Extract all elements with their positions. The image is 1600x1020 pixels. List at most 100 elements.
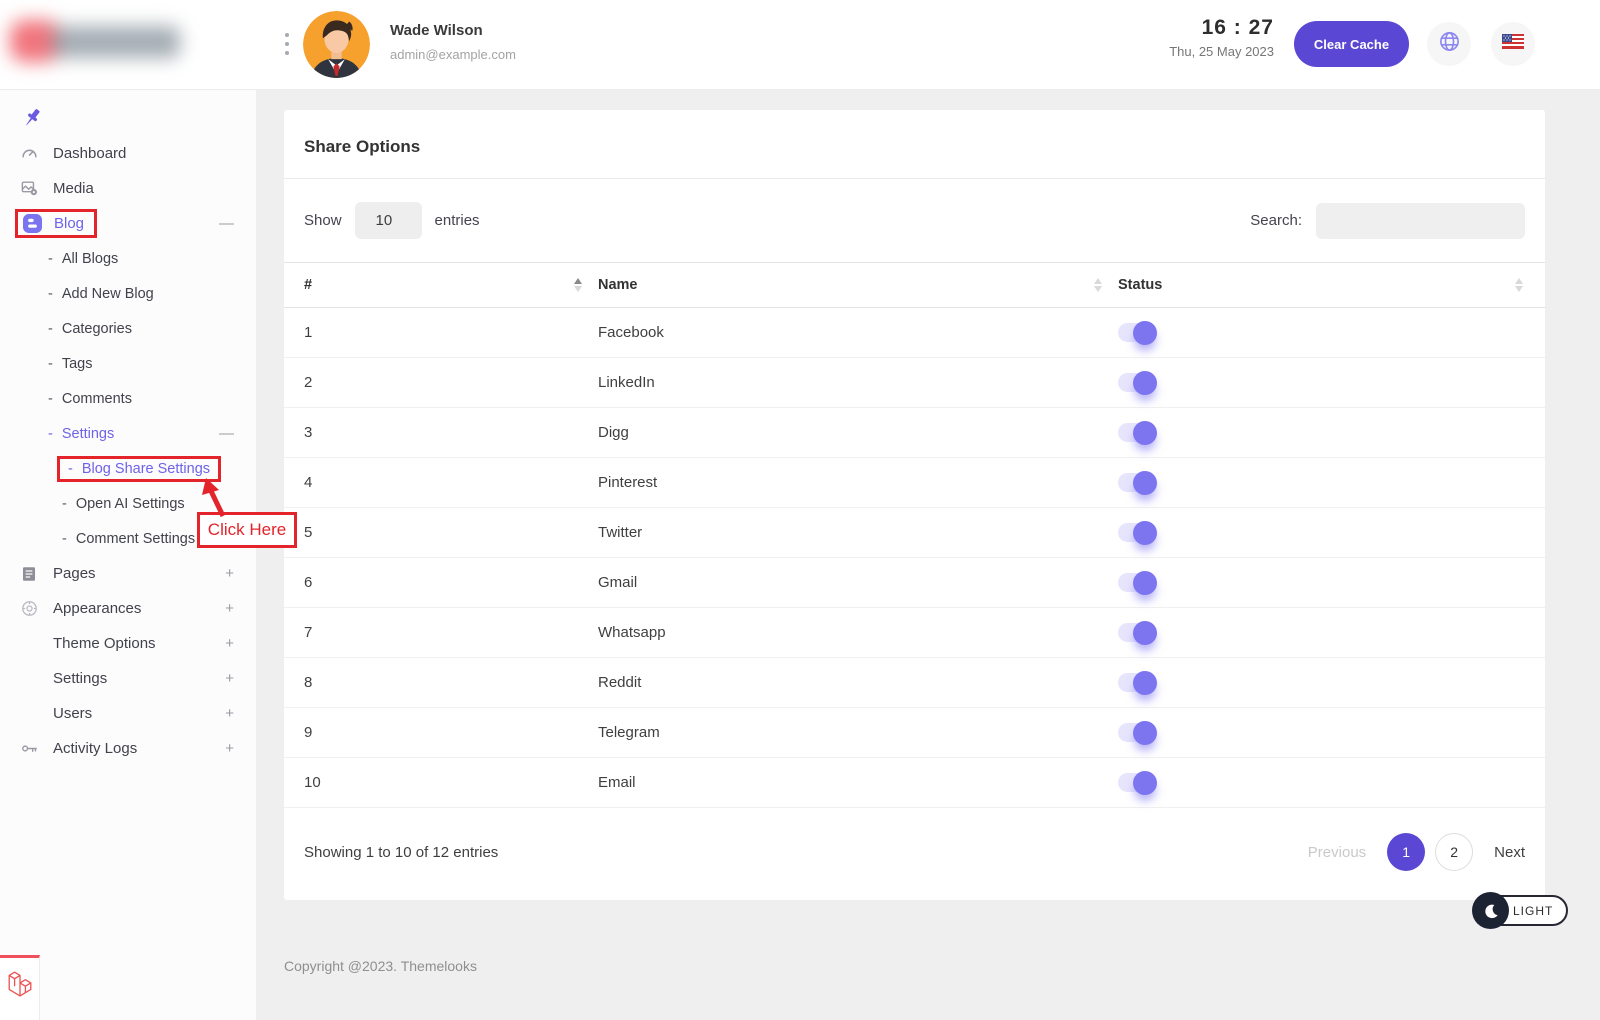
clear-cache-button[interactable]: Clear Cache (1294, 21, 1409, 67)
sidebar-item-media[interactable]: Media (0, 171, 256, 206)
annotation-arrow-icon (193, 476, 235, 518)
status-toggle[interactable] (1118, 673, 1154, 692)
sidebar-item-all-blogs[interactable]: - All Blogs (0, 241, 256, 276)
sidebar-item-dashboard[interactable]: Dashboard (0, 136, 256, 171)
sidebar-item-categories[interactable]: - Categories (0, 311, 256, 346)
column-header-status[interactable]: Status (1118, 277, 1525, 293)
table-controls: Show 10 entries Search: (284, 179, 1545, 262)
copyright-text: Copyright @2023. Themelooks (284, 958, 477, 974)
sidebar-label: Blog (54, 215, 84, 232)
expand-plus-icon[interactable]: + (225, 705, 234, 722)
column-header-name[interactable]: Name (598, 277, 1118, 293)
avatar[interactable] (303, 11, 370, 78)
share-name: Email (598, 774, 636, 791)
status-toggle[interactable] (1118, 423, 1154, 442)
pagination: Previous 1 2 Next (1308, 833, 1525, 871)
sidebar-item-pages[interactable]: Pages + (0, 556, 256, 591)
palette-icon (20, 599, 39, 618)
spacer-icon (20, 634, 39, 653)
sidebar-item-tags[interactable]: - Tags (0, 346, 256, 381)
expand-plus-icon[interactable]: + (225, 565, 234, 582)
sidebar-item-blog[interactable]: Blog — (0, 206, 256, 241)
moon-icon (1472, 892, 1509, 929)
user-email: admin@example.com (390, 47, 516, 62)
sort-icon[interactable] (1094, 278, 1102, 292)
pagination-page-1[interactable]: 1 (1387, 833, 1425, 871)
kebab-menu-icon[interactable] (282, 33, 292, 61)
share-name: Telegram (598, 724, 660, 741)
table-row: 4 Pinterest (284, 458, 1545, 508)
table-row: 7 Whatsapp (284, 608, 1545, 658)
status-toggle[interactable] (1118, 773, 1154, 792)
header-bar: Wade Wilson admin@example.com 16 : 27 Th… (0, 0, 1600, 90)
locale-flag-button[interactable] (1491, 22, 1535, 66)
sidebar-label: Users (53, 705, 92, 722)
status-toggle[interactable] (1118, 473, 1154, 492)
sort-icon[interactable] (1515, 278, 1523, 292)
page-size-select[interactable]: 10 (355, 202, 422, 239)
table-row: 5 Twitter (284, 508, 1545, 558)
table-row: 10 Email (284, 758, 1545, 808)
theme-toggle[interactable]: LIGHT (1473, 895, 1568, 926)
row-index: 10 (304, 774, 321, 791)
pagination-previous[interactable]: Previous (1308, 844, 1366, 861)
column-header-index[interactable]: # (304, 277, 598, 293)
sidebar-label: All Blogs (62, 251, 118, 267)
table-row: 3 Digg (284, 408, 1545, 458)
status-toggle[interactable] (1118, 623, 1154, 642)
sidebar-label: Add New Blog (62, 286, 154, 302)
sort-icon[interactable] (574, 278, 582, 292)
sidebar-label: Dashboard (53, 145, 126, 162)
sidebar-item-settings[interactable]: Settings + (0, 661, 256, 696)
expand-plus-icon[interactable]: + (225, 635, 234, 652)
expand-plus-icon[interactable]: + (225, 670, 234, 687)
sidebar-item-users[interactable]: Users + (0, 696, 256, 731)
row-index: 4 (304, 474, 312, 491)
status-toggle[interactable] (1118, 373, 1154, 392)
search-input[interactable] (1316, 203, 1525, 239)
share-name: Facebook (598, 324, 664, 341)
clock: 16 : 27 Thu, 25 May 2023 (1074, 16, 1274, 59)
row-index: 7 (304, 624, 312, 641)
sidebar-item-activity-logs[interactable]: Activity Logs + (0, 731, 256, 766)
status-toggle[interactable] (1118, 573, 1154, 592)
share-name: LinkedIn (598, 374, 655, 391)
row-index: 3 (304, 424, 312, 441)
table-header: # Name Status (284, 262, 1545, 308)
sidebar-nav: Dashboard Media (0, 136, 256, 766)
share-name: Reddit (598, 674, 641, 691)
row-index: 1 (304, 324, 312, 341)
spacer-icon (20, 669, 39, 688)
sidebar-label: Settings (62, 426, 114, 442)
row-index: 9 (304, 724, 312, 741)
sidebar-item-comments[interactable]: - Comments (0, 381, 256, 416)
row-index: 6 (304, 574, 312, 591)
sidebar-item-add-new-blog[interactable]: - Add New Blog (0, 276, 256, 311)
collapse-minus-icon[interactable]: — (219, 425, 234, 442)
pin-icon[interactable] (20, 106, 44, 130)
pagination-page-2[interactable]: 2 (1435, 833, 1473, 871)
sidebar-item-theme-options[interactable]: Theme Options + (0, 626, 256, 661)
show-label: Show (304, 212, 342, 229)
sidebar-item-blog-settings[interactable]: - Settings — (0, 416, 256, 451)
pagination-next[interactable]: Next (1494, 844, 1525, 861)
share-name: Digg (598, 424, 629, 441)
sidebar-label: Media (53, 180, 94, 197)
row-index: 5 (304, 524, 312, 541)
sidebar-label: Settings (53, 670, 107, 687)
language-globe-button[interactable] (1427, 22, 1471, 66)
table-row: 1 Facebook (284, 308, 1545, 358)
entries-label: entries (435, 212, 480, 229)
sidebar-label: Theme Options (53, 635, 156, 652)
sidebar-label: Tags (62, 356, 93, 372)
sidebar-item-appearances[interactable]: Appearances + (0, 591, 256, 626)
row-index: 2 (304, 374, 312, 391)
status-toggle[interactable] (1118, 523, 1154, 542)
expand-plus-icon[interactable]: + (225, 740, 234, 757)
share-name: Pinterest (598, 474, 657, 491)
expand-plus-icon[interactable]: + (225, 600, 234, 617)
us-flag-icon (1502, 34, 1524, 54)
collapse-minus-icon[interactable]: — (219, 215, 234, 232)
status-toggle[interactable] (1118, 723, 1154, 742)
status-toggle[interactable] (1118, 323, 1154, 342)
